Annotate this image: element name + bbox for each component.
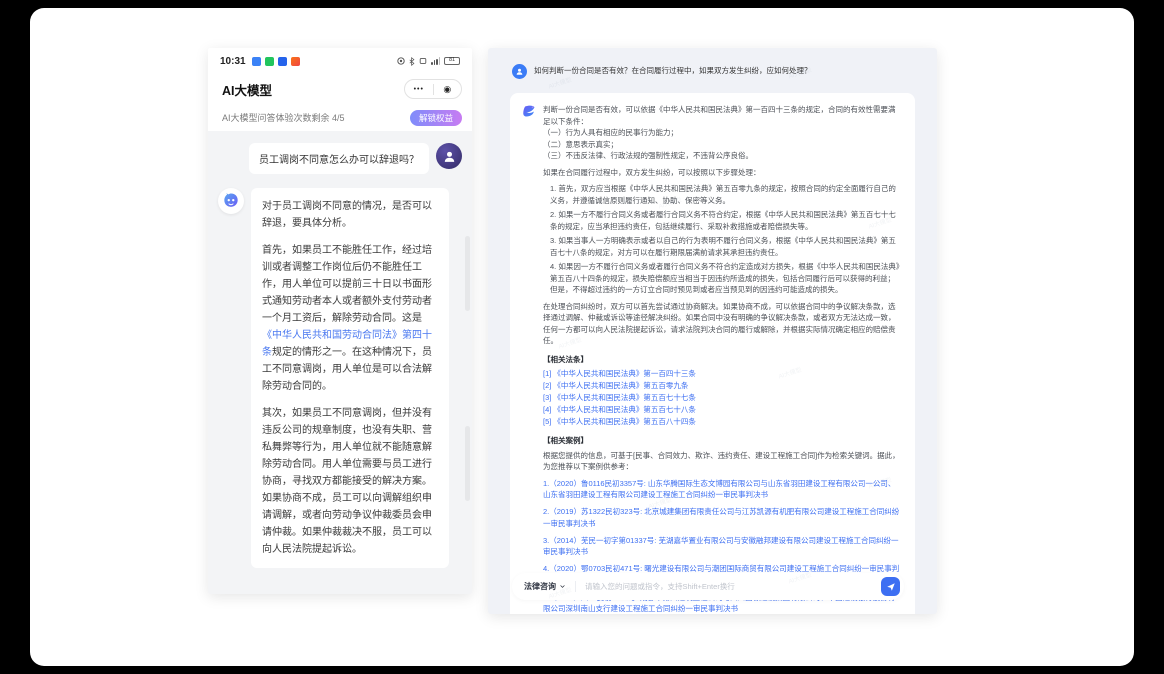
web-chat-screenshot: 如何判断一份合同是否有效？在合同履行过程中，如果双方发生纠纷，应如何处理？ 判断… [488,48,937,614]
message-input[interactable]: 请输入您的问题或指令，支持Shift+Enter换行 [585,581,881,592]
law-link[interactable]: [3] 《中华人民共和国民法典》第五百七十七条 [543,392,902,404]
paragraph: 首先，如果员工不能胜任工作，经过培训或者调整工作岗位后仍不能胜任工作，用人单位可… [262,242,438,395]
laws-list: [1] 《中华人民共和国民法典》第一百四十三条[2] 《中华人民共和国民法典》第… [543,368,902,428]
assistant-mascot-avatar [218,188,244,214]
send-button[interactable] [881,577,900,596]
paragraph-text: 首先，如果员工不能胜任工作，经过培训或者调整工作岗位后仍不能胜任工作，用人单位可… [262,245,432,324]
closing-paragraph: 在处理合同纠纷时，双方可以首先尝试通过协商解决。如果协商不成，可以依据合同中的争… [543,301,902,347]
dispute-intro: 如果在合同履行过程中，双方发生纠纷，可以按照以下步骤处理： [543,167,902,179]
mobile-app-screenshot: 10:31 81 AI大模型 ••• ◉ AI大模型 [208,48,472,594]
paragraph-text: 规定的情形之一。在这种情况下，员工不同意调岗，用人单位是可以合法解除劳动合同的。 [262,347,432,392]
bluetooth-icon [409,57,415,66]
person-icon [442,149,457,164]
case-link[interactable]: 3.（2014）芜民一初字第01337号: 芜湖嘉华置业有限公司与安徽融邦建设有… [543,535,902,558]
ai-answer-card: 判断一份合同是否有效，可以依据《中华人民共和国民法典》第一百四十三条的规定，合同… [510,93,915,614]
notification-app-icon [291,57,300,66]
web-question-row: 如何判断一份合同是否有效？在合同履行过程中，如果双方发生纠纷，应如何处理？ [488,48,937,89]
law-link[interactable]: [5] 《中华人民共和国民法典》第五百八十四条 [543,416,902,428]
step-item: 3. 如果当事人一方明确表示或者以自己的行为表明不履行合同义务，根据《中华人民共… [543,235,902,258]
step-item: 1. 首先，双方应当根据《中华人民共和国民法典》第五百零九条的规定，按照合同的约… [543,183,902,206]
ai-message-row: 对于员工调岗不同意的情况，是否可以辞退，要具体分析。 首先，如果员工不能胜任工作… [218,188,462,568]
steps-list: 1. 首先，双方应当根据《中华人民共和国民法典》第五百零九条的规定，按照合同的约… [543,183,902,296]
notification-app-icon [252,57,261,66]
user-message-bubble: 员工调岗不同意怎么办可以辞退吗？ [249,143,429,174]
mode-selector[interactable]: 法律咨询 [524,581,566,592]
step-item: 2. 如果一方不履行合同义务或者履行合同义务不符合约定，根据《中华人民共和国民法… [543,209,902,232]
ai-answer-body: 判断一份合同是否有效，可以依据《中华人民共和国民法典》第一百四十三条的规定，合同… [543,104,902,614]
case-link[interactable]: 1.（2020）鲁0116民初3357号: 山东华腾国际生态文博园有限公司与山东… [543,478,902,501]
message-input-bar: 法律咨询 请输入您的问题或指令，支持Shift+Enter换行 [512,573,904,600]
step-item: 4. 如果因一方不履行合同义务或者履行合同义务不符合约定造成对方损失，根据《中华… [543,261,902,296]
law-link[interactable]: [2] 《中华人民共和国民法典》第五百零九条 [543,380,902,392]
related-cases-title: 【相关案例】 [543,435,902,447]
quota-banner: AI大模型问答体验次数剩余 4/5 解锁权益 [208,104,472,131]
dragon-mascot-icon [221,191,241,211]
answer-intro: 判断一份合同是否有效，可以依据《中华人民共和国民法典》第一百四十三条的规定，合同… [543,104,902,127]
close-target-button[interactable]: ◉ [434,85,462,94]
app-title: AI大模型 [222,80,272,99]
condition-item: （三）不违反法律、行政法规的强制性规定，不违背公序良俗。 [543,150,902,162]
paragraph: 对于员工调岗不同意的情况，是否可以辞退，要具体分析。 [262,198,438,232]
status-time: 10:31 [220,56,246,67]
notification-app-icon [265,57,274,66]
more-menu-button[interactable]: ••• [405,86,433,93]
mobile-chat-area: 员工调岗不同意怎么办可以辞退吗？ 对于员工调岗不同意的情况，是否可以辞退，要具体… [208,131,472,594]
cases-intro: 根据您提供的信息，可基于[民事、合同效力、欺诈、违约责任、建设工程施工合同]作为… [543,450,902,473]
scrollbar-thumb[interactable] [465,236,470,311]
miniprogram-capsule: ••• ◉ [404,79,462,99]
conditions-list: （一）行为人具有相应的民事行为能力；（二）意思表示真实；（三）不违反法律、行政法… [543,127,902,162]
ai-assistant-logo-icon [522,104,537,119]
user-avatar [436,143,462,169]
web-user-avatar [512,64,527,79]
notification-app-icon [278,57,287,66]
input-divider [575,581,576,592]
law-link[interactable]: [4] 《中华人民共和国民法典》第五百七十八条 [543,404,902,416]
law-link[interactable]: [1] 《中华人民共和国民法典》第一百四十三条 [543,368,902,380]
battery-icon: 81 [444,57,460,65]
scrollbar-thumb[interactable] [465,426,470,501]
condition-item: （二）意思表示真实； [543,139,902,151]
signal-icon [431,57,440,65]
page-canvas: 10:31 81 AI大模型 ••• ◉ AI大模型 [30,8,1134,666]
screen-record-icon [397,57,405,65]
user-message-row: 员工调岗不同意怎么办可以辞退吗？ [218,143,462,174]
mobile-nav-bar: AI大模型 ••• ◉ [208,74,472,104]
quota-text: AI大模型问答体验次数剩余 4/5 [222,111,345,124]
chevron-down-icon [559,583,566,590]
assistant-message-bubble: 对于员工调岗不同意的情况，是否可以辞退，要具体分析。 首先，如果员工不能胜任工作… [251,188,449,568]
condition-item: （一）行为人具有相应的民事行为能力； [543,127,902,139]
mute-icon [419,57,427,65]
web-user-question: 如何判断一份合同是否有效？在合同履行过程中，如果双方发生纠纷，应如何处理？ [534,64,812,78]
mode-label: 法律咨询 [524,581,556,592]
paragraph: 其次，如果员工不同意调岗，但并没有违反公司的规章制度，也没有失职、营私舞弊等行为… [262,405,438,558]
related-laws-title: 【相关法条】 [543,354,902,366]
case-link[interactable]: 2.（2019）苏1322民初323号: 北京城建集团有限责任公司与江苏凯源有机… [543,506,902,529]
person-icon [515,67,524,76]
unlock-benefits-button[interactable]: 解锁权益 [410,110,462,126]
mobile-status-bar: 10:31 81 [208,48,472,74]
paper-plane-icon [886,582,896,592]
